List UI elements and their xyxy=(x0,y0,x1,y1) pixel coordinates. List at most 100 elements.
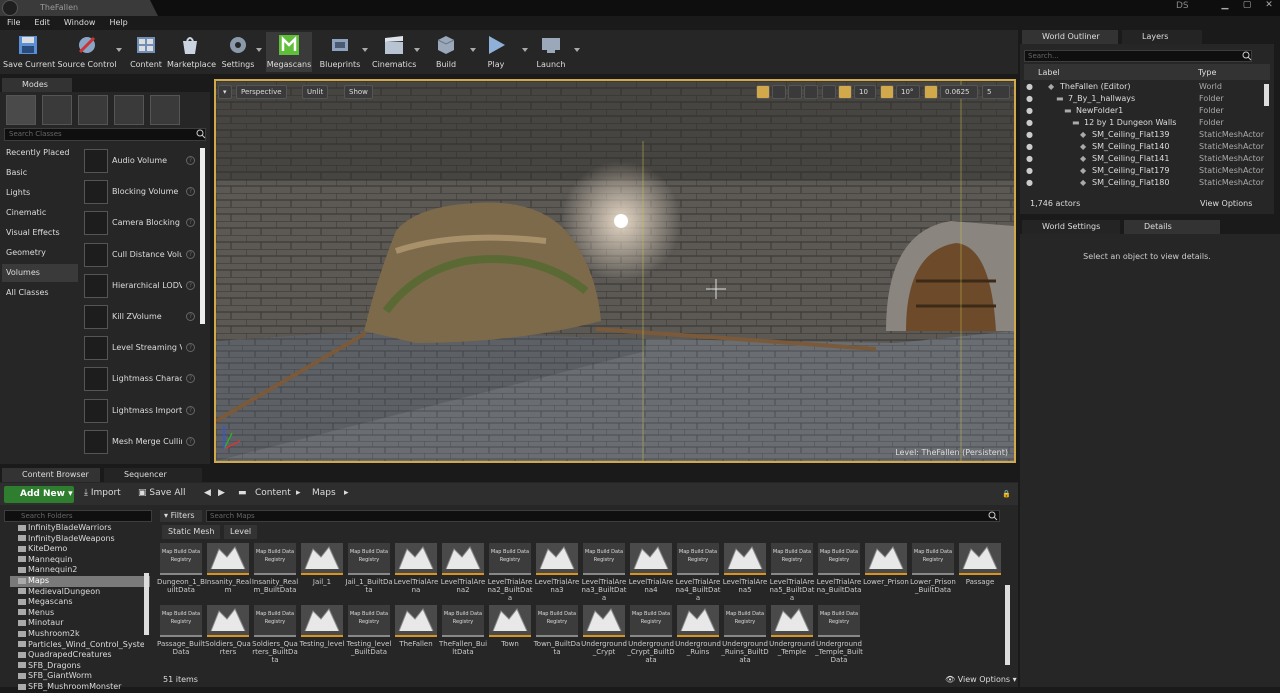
help-icon[interactable]: ? xyxy=(186,156,195,165)
search-classes-input[interactable]: Search Classes xyxy=(4,128,206,141)
outliner-search-input[interactable]: Search... xyxy=(1024,50,1252,62)
outliner-row[interactable]: ● ◆ SM_Ceiling_Flat140 StaticMeshActor xyxy=(1024,141,1270,153)
forward-icon[interactable]: ▶ xyxy=(218,488,225,498)
help-icon[interactable]: ? xyxy=(186,436,195,446)
outliner-view-options[interactable]: View Options xyxy=(1200,199,1252,208)
show-button[interactable]: Show xyxy=(344,85,373,99)
level-viewport[interactable]: ▾ Perspective Unlit Show 10 10° 0.0625 5… xyxy=(214,79,1016,463)
folder-item[interactable]: SFB_Dragons xyxy=(10,661,144,672)
rotation-snap-value[interactable]: 10° xyxy=(896,85,920,99)
folder-item[interactable]: SFB_GiantWorm xyxy=(10,671,144,682)
menu-help[interactable]: Help xyxy=(109,16,127,30)
rotation-snap-icon[interactable] xyxy=(880,85,894,99)
folder-item[interactable]: InfinityBladeWarriors xyxy=(10,523,144,534)
asset-tile[interactable]: Map Build Data Registry Underground_Crypt… xyxy=(627,605,675,677)
folder-item[interactable]: Mannequin2 xyxy=(10,565,144,576)
asset-tile[interactable]: Map Build Data Registry Testing_level_Bui… xyxy=(347,605,392,677)
modes-tab[interactable]: Modes xyxy=(2,78,72,92)
class-item[interactable]: Lightmass Importance Volume? xyxy=(84,397,198,425)
category-all-classes[interactable]: All Classes xyxy=(2,284,78,302)
help-icon[interactable]: ? xyxy=(186,249,195,259)
launch-button[interactable]: Launch xyxy=(534,32,568,74)
folder-item[interactable]: Mushroom2k xyxy=(10,629,144,640)
category-geometry[interactable]: Geometry xyxy=(2,244,78,262)
camera-speed-value[interactable]: 5 xyxy=(982,85,1010,99)
foliage-mode-icon[interactable] xyxy=(114,95,144,125)
tab-details[interactable]: Details xyxy=(1124,220,1220,234)
grid-snap-icon[interactable] xyxy=(838,85,852,99)
visibility-eye-icon[interactable]: ● xyxy=(1026,141,1033,153)
asset-tile[interactable]: Lower_Prison xyxy=(863,543,909,615)
folder-item[interactable]: Minotaur xyxy=(10,618,144,629)
blueprints-dropdown-icon[interactable] xyxy=(362,48,368,52)
class-item[interactable]: Lightmass Character Indirect Detail Volu… xyxy=(84,365,198,393)
back-icon[interactable]: ◀ xyxy=(204,488,211,498)
visibility-eye-icon[interactable]: ● xyxy=(1026,81,1033,93)
play-button[interactable]: Play xyxy=(480,32,512,74)
maps-search-input[interactable]: Search Maps xyxy=(206,510,1000,522)
category-volumes[interactable]: Volumes xyxy=(2,264,78,282)
class-item[interactable]: Hierarchical LODVolume? xyxy=(84,272,198,300)
filters-button[interactable]: ▾ Filters xyxy=(160,510,202,522)
help-icon[interactable]: ? xyxy=(186,218,195,228)
import-button[interactable]: ⤓ Import xyxy=(84,488,121,498)
surface-snap-icon[interactable] xyxy=(822,85,836,99)
filter-chip-static-mesh[interactable]: Static Mesh xyxy=(162,525,221,539)
asset-tile[interactable]: Map Build Data Registry Passage_BuiltData xyxy=(157,605,205,677)
outliner-row[interactable]: ● ▬ 7_By_1_hallways Folder xyxy=(1024,93,1270,105)
maximize-icon[interactable]: ▢ xyxy=(1236,0,1258,14)
settings-button[interactable]: Settings xyxy=(218,32,258,74)
folder-item[interactable]: SFB_MushroomMonster xyxy=(10,682,144,693)
category-basic[interactable]: Basic xyxy=(2,164,78,182)
outliner-row[interactable]: ● ▬ NewFolder1 Folder xyxy=(1024,105,1270,117)
scale-snap-value[interactable]: 0.0625 xyxy=(940,85,978,99)
folder-item[interactable]: KiteDemo xyxy=(10,544,144,555)
assets-scrollbar[interactable] xyxy=(1005,585,1010,665)
type-column-header[interactable]: Type xyxy=(1198,68,1216,77)
outliner-row[interactable]: ● ◆ SM_Ceiling_Flat179 StaticMeshActor xyxy=(1024,165,1270,177)
tab-layers[interactable]: Layers xyxy=(1122,30,1202,44)
add-new-button[interactable]: Add New ▾ xyxy=(4,486,74,503)
unlit-button[interactable]: Unlit xyxy=(302,85,329,99)
outliner-row[interactable]: ● ◆ SM_Ceiling_Flat141 StaticMeshActor xyxy=(1024,153,1270,165)
cinematics-dropdown-icon[interactable] xyxy=(414,48,420,52)
outliner-row[interactable]: ● ◆ SM_Ceiling_Flat139 StaticMeshActor xyxy=(1024,129,1270,141)
asset-tile[interactable]: Underground_Crypt xyxy=(581,605,627,677)
visibility-eye-icon[interactable]: ● xyxy=(1026,153,1033,165)
class-item[interactable]: Kill ZVolume? xyxy=(84,303,198,331)
visibility-eye-icon[interactable]: ● xyxy=(1026,177,1033,189)
help-icon[interactable]: ? xyxy=(186,187,195,197)
blueprints-button[interactable]: Blueprints xyxy=(318,32,362,74)
folder-item[interactable]: InfinityBladeWeapons xyxy=(10,534,144,545)
minimize-icon[interactable]: ▁ xyxy=(1214,0,1236,14)
asset-tile[interactable]: Map Build Data Registry TheFallen_BuiltDa… xyxy=(439,605,487,677)
asset-tile[interactable]: Passage xyxy=(959,543,1003,615)
rotate-tool-icon[interactable] xyxy=(772,85,786,99)
help-icon[interactable]: ? xyxy=(186,374,195,384)
help-icon[interactable]: ? xyxy=(186,343,195,353)
class-item[interactable]: Audio Volume? xyxy=(84,147,198,175)
asset-tile[interactable]: Underground_Ruins xyxy=(675,605,721,677)
menu-edit[interactable]: Edit xyxy=(34,16,50,30)
folder-item[interactable]: Mannequin xyxy=(10,555,144,566)
document-tab[interactable]: TheFallen xyxy=(0,0,158,16)
folders-scrollbar[interactable] xyxy=(144,573,149,635)
menu-file[interactable]: File xyxy=(7,16,20,30)
save-all-button[interactable]: ▣ Save All xyxy=(138,488,186,498)
tab-world-outliner[interactable]: World Outliner xyxy=(1022,30,1118,44)
folder-item[interactable]: Particles_Wind_Control_System xyxy=(10,640,144,651)
content-button[interactable]: Content xyxy=(128,32,164,74)
asset-tile[interactable]: TheFallen xyxy=(395,605,439,677)
paint-mode-icon[interactable] xyxy=(42,95,72,125)
outliner-row[interactable]: ● ▬ 12 by 1 Dungeon Walls Folder xyxy=(1024,117,1270,129)
breadcrumb-maps[interactable]: Maps xyxy=(312,488,336,498)
visibility-eye-icon[interactable]: ● xyxy=(1026,129,1033,141)
asset-tile[interactable]: Map Build Data Registry Underground_Templ… xyxy=(815,605,863,677)
folders-search-input[interactable]: Search Folders xyxy=(4,510,152,522)
help-icon[interactable]: ? xyxy=(186,312,195,321)
translate-tool-icon[interactable] xyxy=(756,85,770,99)
class-item[interactable]: Cull Distance Volume? xyxy=(84,241,198,269)
source-control-button[interactable]: Source Control xyxy=(57,32,117,74)
asset-tile[interactable]: Map Build Data Registry Town_BuiltData xyxy=(534,605,580,677)
cinematics-button[interactable]: Cinematics xyxy=(372,32,416,74)
